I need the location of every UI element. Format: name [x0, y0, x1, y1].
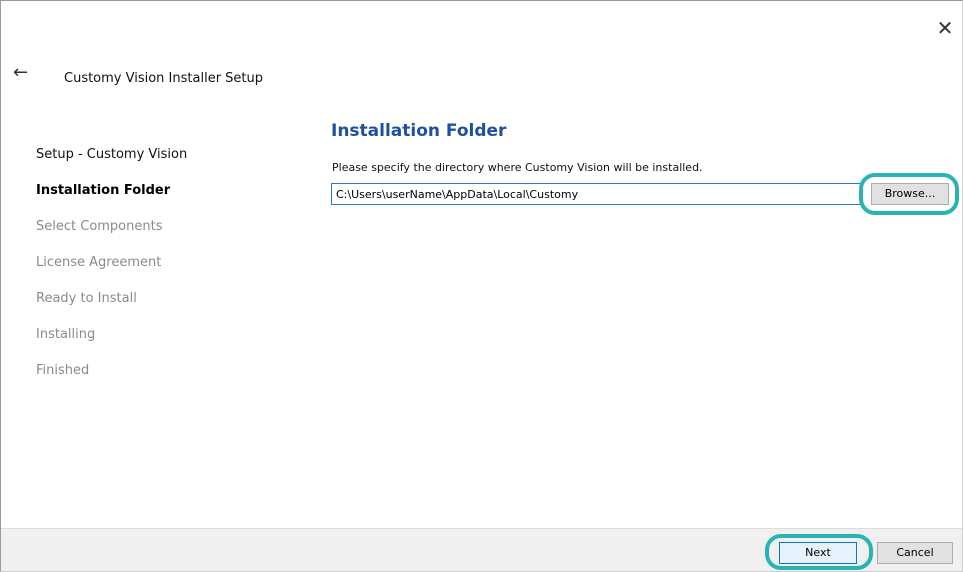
back-arrow-icon[interactable]: ←	[13, 63, 33, 83]
steps-sidebar: Setup - Customy Vision Installation Fold…	[36, 147, 296, 399]
step-select-components: Select Components	[36, 219, 163, 234]
step-installation-folder: Installation Folder	[36, 183, 171, 198]
window-title: Customy Vision Installer Setup	[64, 71, 264, 86]
main-panel: Installation Folder Please specify the d…	[331, 119, 959, 215]
browse-button[interactable]: Browse...	[871, 183, 949, 205]
footer-bar: Next Cancel	[1, 528, 962, 571]
page-title: Installation Folder	[331, 121, 507, 141]
step-license-agreement: License Agreement	[36, 255, 162, 270]
next-highlight-ring: Next	[765, 534, 873, 570]
installer-window: ✕ ← Customy Vision Installer Setup Setup…	[0, 0, 963, 572]
next-button[interactable]: Next	[779, 542, 857, 564]
cancel-button[interactable]: Cancel	[877, 542, 953, 564]
step-ready-to-install: Ready to Install	[36, 291, 137, 306]
install-path-input[interactable]	[331, 183, 861, 205]
instruction-text: Please specify the directory where Custo…	[332, 161, 703, 174]
browse-highlight-ring: Browse...	[859, 173, 959, 215]
close-icon[interactable]: ✕	[934, 17, 956, 39]
step-installing: Installing	[36, 327, 96, 342]
step-finished: Finished	[36, 363, 90, 378]
step-setup: Setup - Customy Vision	[36, 147, 188, 162]
